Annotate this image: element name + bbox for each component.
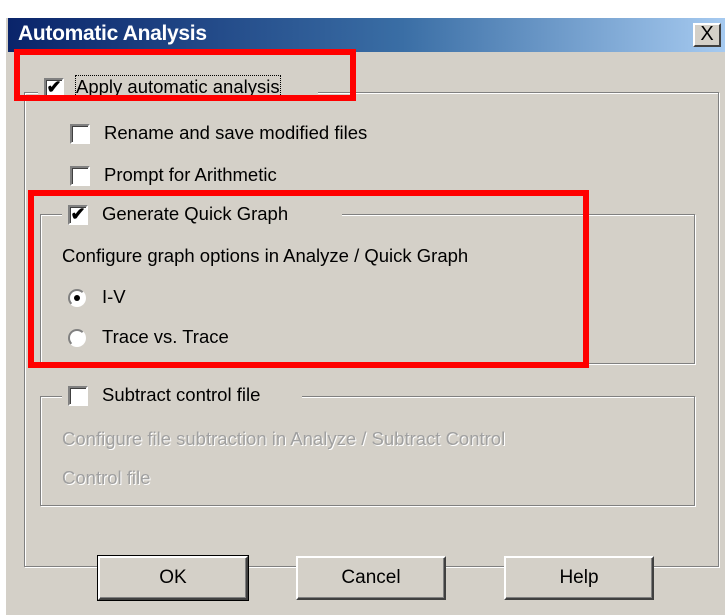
prompt-arithmetic-label[interactable]: Prompt for Arithmetic: [104, 164, 277, 186]
close-icon: X: [700, 23, 714, 45]
highlight-apply-analysis: [14, 49, 356, 101]
ok-button[interactable]: OK: [97, 555, 249, 601]
subtract-control-description: Configure file subtraction in Analyze / …: [62, 428, 506, 449]
rename-save-checkbox[interactable]: [70, 124, 90, 144]
close-button[interactable]: X: [693, 23, 721, 47]
title-bar[interactable]: Automatic Analysis X: [8, 18, 725, 52]
cancel-button[interactable]: Cancel: [296, 556, 446, 600]
control-file-label: Control file: [62, 467, 151, 488]
subtract-control-checkbox[interactable]: [68, 386, 88, 406]
subtract-control-group: [40, 396, 695, 506]
dialog-title: Automatic Analysis: [18, 22, 207, 45]
rename-save-label[interactable]: Rename and save modified files: [104, 122, 367, 144]
highlight-quick-graph: [28, 190, 589, 368]
subtract-control-label[interactable]: Subtract control file: [102, 384, 260, 406]
prompt-arithmetic-checkbox[interactable]: [70, 166, 90, 186]
help-button[interactable]: Help: [504, 556, 654, 600]
